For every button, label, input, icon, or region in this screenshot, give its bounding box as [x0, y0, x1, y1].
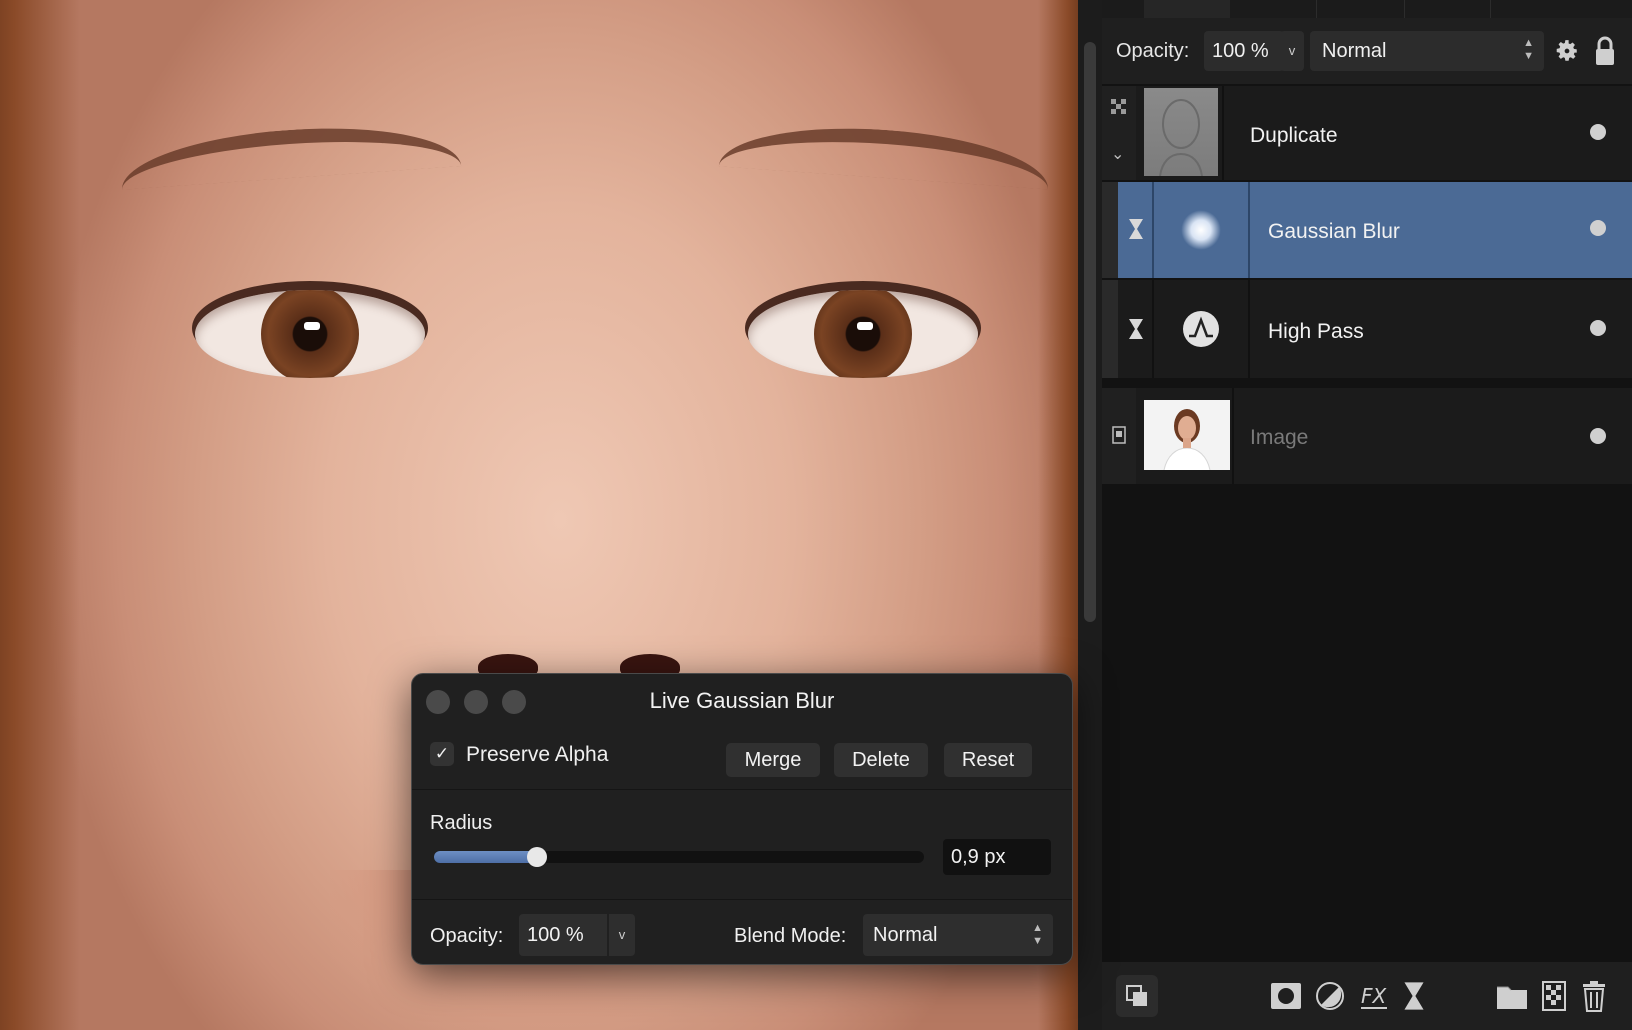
hourglass-icon	[1129, 219, 1143, 239]
radius-value-field[interactable]: 0,9 px	[943, 839, 1051, 875]
layer-name: Image	[1250, 426, 1309, 449]
radius-label: Radius	[430, 812, 493, 834]
group-folder-icon[interactable]	[1496, 980, 1528, 1012]
image-thumbnail	[1144, 400, 1230, 470]
high-pass-filter-icon	[1183, 311, 1219, 347]
radius-slider[interactable]	[434, 847, 924, 867]
layer-side-controls: ⌄	[1102, 86, 1136, 180]
photo-hair-left	[0, 0, 80, 1030]
visibility-toggle[interactable]	[1590, 220, 1606, 236]
opacity-label: Opacity:	[1116, 40, 1190, 62]
panel-tab-active[interactable]	[1144, 0, 1230, 18]
photo-left-eyebrow	[118, 118, 462, 190]
layer-side-controls	[1102, 388, 1136, 484]
photo-right-eye	[748, 290, 978, 378]
layer-row-high-pass[interactable]: High Pass	[1102, 280, 1632, 378]
stepper-icon: ▲ ▼	[1032, 922, 1043, 947]
delete-button[interactable]: Delete	[834, 743, 928, 777]
canvas-scrollbar[interactable]	[1078, 0, 1102, 1030]
layer-name: Gaussian Blur	[1268, 220, 1400, 243]
image-layer-icon	[1112, 426, 1126, 444]
mask-icon[interactable]	[1270, 980, 1302, 1012]
scrollbar-thumb[interactable]	[1084, 42, 1096, 622]
gear-icon[interactable]	[1554, 38, 1580, 64]
adjustment-icon[interactable]	[1314, 980, 1346, 1012]
dialog-opacity-label: Opacity:	[430, 925, 504, 947]
merge-button[interactable]: Merge	[726, 743, 820, 777]
live-filter-icon[interactable]	[1398, 980, 1430, 1012]
checkmark-icon: ✓	[434, 744, 450, 763]
live-gaussian-blur-dialog: Live Gaussian Blur ✓ Preserve Alpha Merg…	[411, 673, 1073, 965]
dialog-opacity-field[interactable]: 100 %	[519, 914, 607, 956]
dialog-blend-mode-select[interactable]: Normal ▲ ▼	[863, 914, 1053, 956]
panel-tab-strip	[1102, 0, 1632, 18]
visibility-toggle[interactable]	[1590, 428, 1606, 444]
layers-panel: Opacity: 100 % v Normal ▲ ▼ ⌄ Duplicate …	[1102, 0, 1632, 1030]
svg-text:FX: FX	[1361, 984, 1388, 1008]
panel-tab[interactable]	[1230, 0, 1317, 18]
pixel-layer-icon[interactable]	[1538, 980, 1570, 1012]
trash-icon[interactable]	[1578, 980, 1610, 1012]
blur-filter-thumbnail	[1154, 182, 1248, 278]
fx-icon[interactable]: FX	[1358, 980, 1390, 1012]
photo-right-eyebrow	[718, 118, 1052, 190]
radius-slider-fill	[434, 851, 537, 863]
checker-icon[interactable]	[1111, 99, 1127, 115]
layer-row-gaussian-blur[interactable]: Gaussian Blur	[1102, 182, 1632, 278]
collapse-chevron-icon[interactable]: ⌄	[1111, 144, 1124, 164]
blend-mode-select[interactable]: Normal ▲ ▼	[1310, 31, 1544, 71]
dialog-blend-mode-value: Normal	[873, 924, 938, 946]
layer-name: Duplicate	[1250, 124, 1338, 147]
lock-icon[interactable]	[1594, 36, 1616, 66]
hourglass-icon	[1129, 319, 1143, 339]
panel-tab[interactable]	[1404, 0, 1491, 18]
visibility-toggle[interactable]	[1590, 124, 1606, 140]
visibility-toggle[interactable]	[1590, 320, 1606, 336]
preserve-alpha-checkbox[interactable]: ✓	[430, 742, 454, 766]
layer-stack-icon[interactable]	[1116, 975, 1158, 1017]
blend-mode-value: Normal	[1322, 40, 1387, 62]
opacity-dropdown-icon[interactable]: v	[1280, 31, 1304, 71]
layer-row-image[interactable]: Image	[1102, 388, 1632, 484]
dialog-title: Live Gaussian Blur	[649, 688, 835, 713]
layer-name: High Pass	[1268, 320, 1364, 343]
layer-thumbnail	[1144, 88, 1218, 176]
radius-slider-handle[interactable]	[527, 847, 547, 867]
layers-bottom-toolbar: FX	[1102, 962, 1632, 1030]
layer-properties-bar: Opacity: 100 % v Normal ▲ ▼	[1102, 18, 1632, 84]
dialog-opacity-dropdown-icon[interactable]: v	[609, 914, 635, 956]
preserve-alpha-label: Preserve Alpha	[466, 743, 609, 766]
opacity-field[interactable]: 100 %	[1204, 31, 1284, 71]
photo-left-eye	[195, 290, 425, 378]
layer-row-duplicate[interactable]: ⌄ Duplicate	[1102, 86, 1632, 180]
stepper-icon: ▲ ▼	[1523, 37, 1534, 62]
reset-button[interactable]: Reset	[944, 743, 1032, 777]
blend-mode-label: Blend Mode:	[734, 925, 847, 947]
panel-tab[interactable]	[1316, 0, 1405, 18]
